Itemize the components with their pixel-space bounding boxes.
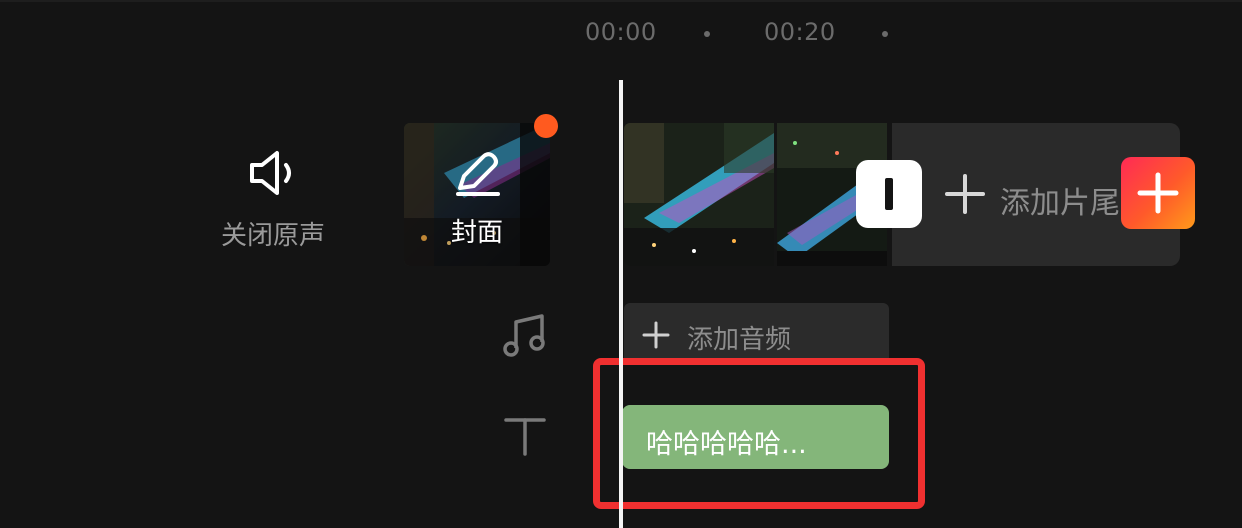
plus-icon [945,174,985,214]
video-clip-thumbnail[interactable] [624,123,774,266]
cover-button[interactable]: 封面 [404,123,550,266]
notification-dot [534,114,558,138]
handle-grip [885,178,893,210]
ruler-dot [882,31,888,37]
music-note-icon [503,314,545,357]
cover-label: 封面 [450,218,503,248]
clip-trim-handle[interactable] [856,160,922,228]
add-audio-label: 添加音频 [687,325,792,355]
add-ending-label: 添加片尾 [1000,186,1120,221]
add-clip-button[interactable] [1121,157,1195,229]
ruler-time-0: 00:00 [585,18,657,46]
text-t-icon [504,418,546,456]
selection-highlight-box [593,358,925,509]
plus-icon [642,321,670,349]
mute-original-audio-label: 关闭原声 [220,221,325,251]
video-frame-image [624,123,774,266]
speaker-icon [250,151,291,195]
ruler-dot [704,31,710,37]
top-divider [0,0,1242,2]
ruler-time-1: 00:20 [764,18,836,46]
mute-original-audio-button[interactable]: 关闭原声 [210,145,336,255]
playhead[interactable] [619,80,623,528]
pencil-icon [456,152,500,196]
add-audio-button[interactable]: 添加音频 [624,303,889,365]
plus-icon [1137,172,1179,214]
